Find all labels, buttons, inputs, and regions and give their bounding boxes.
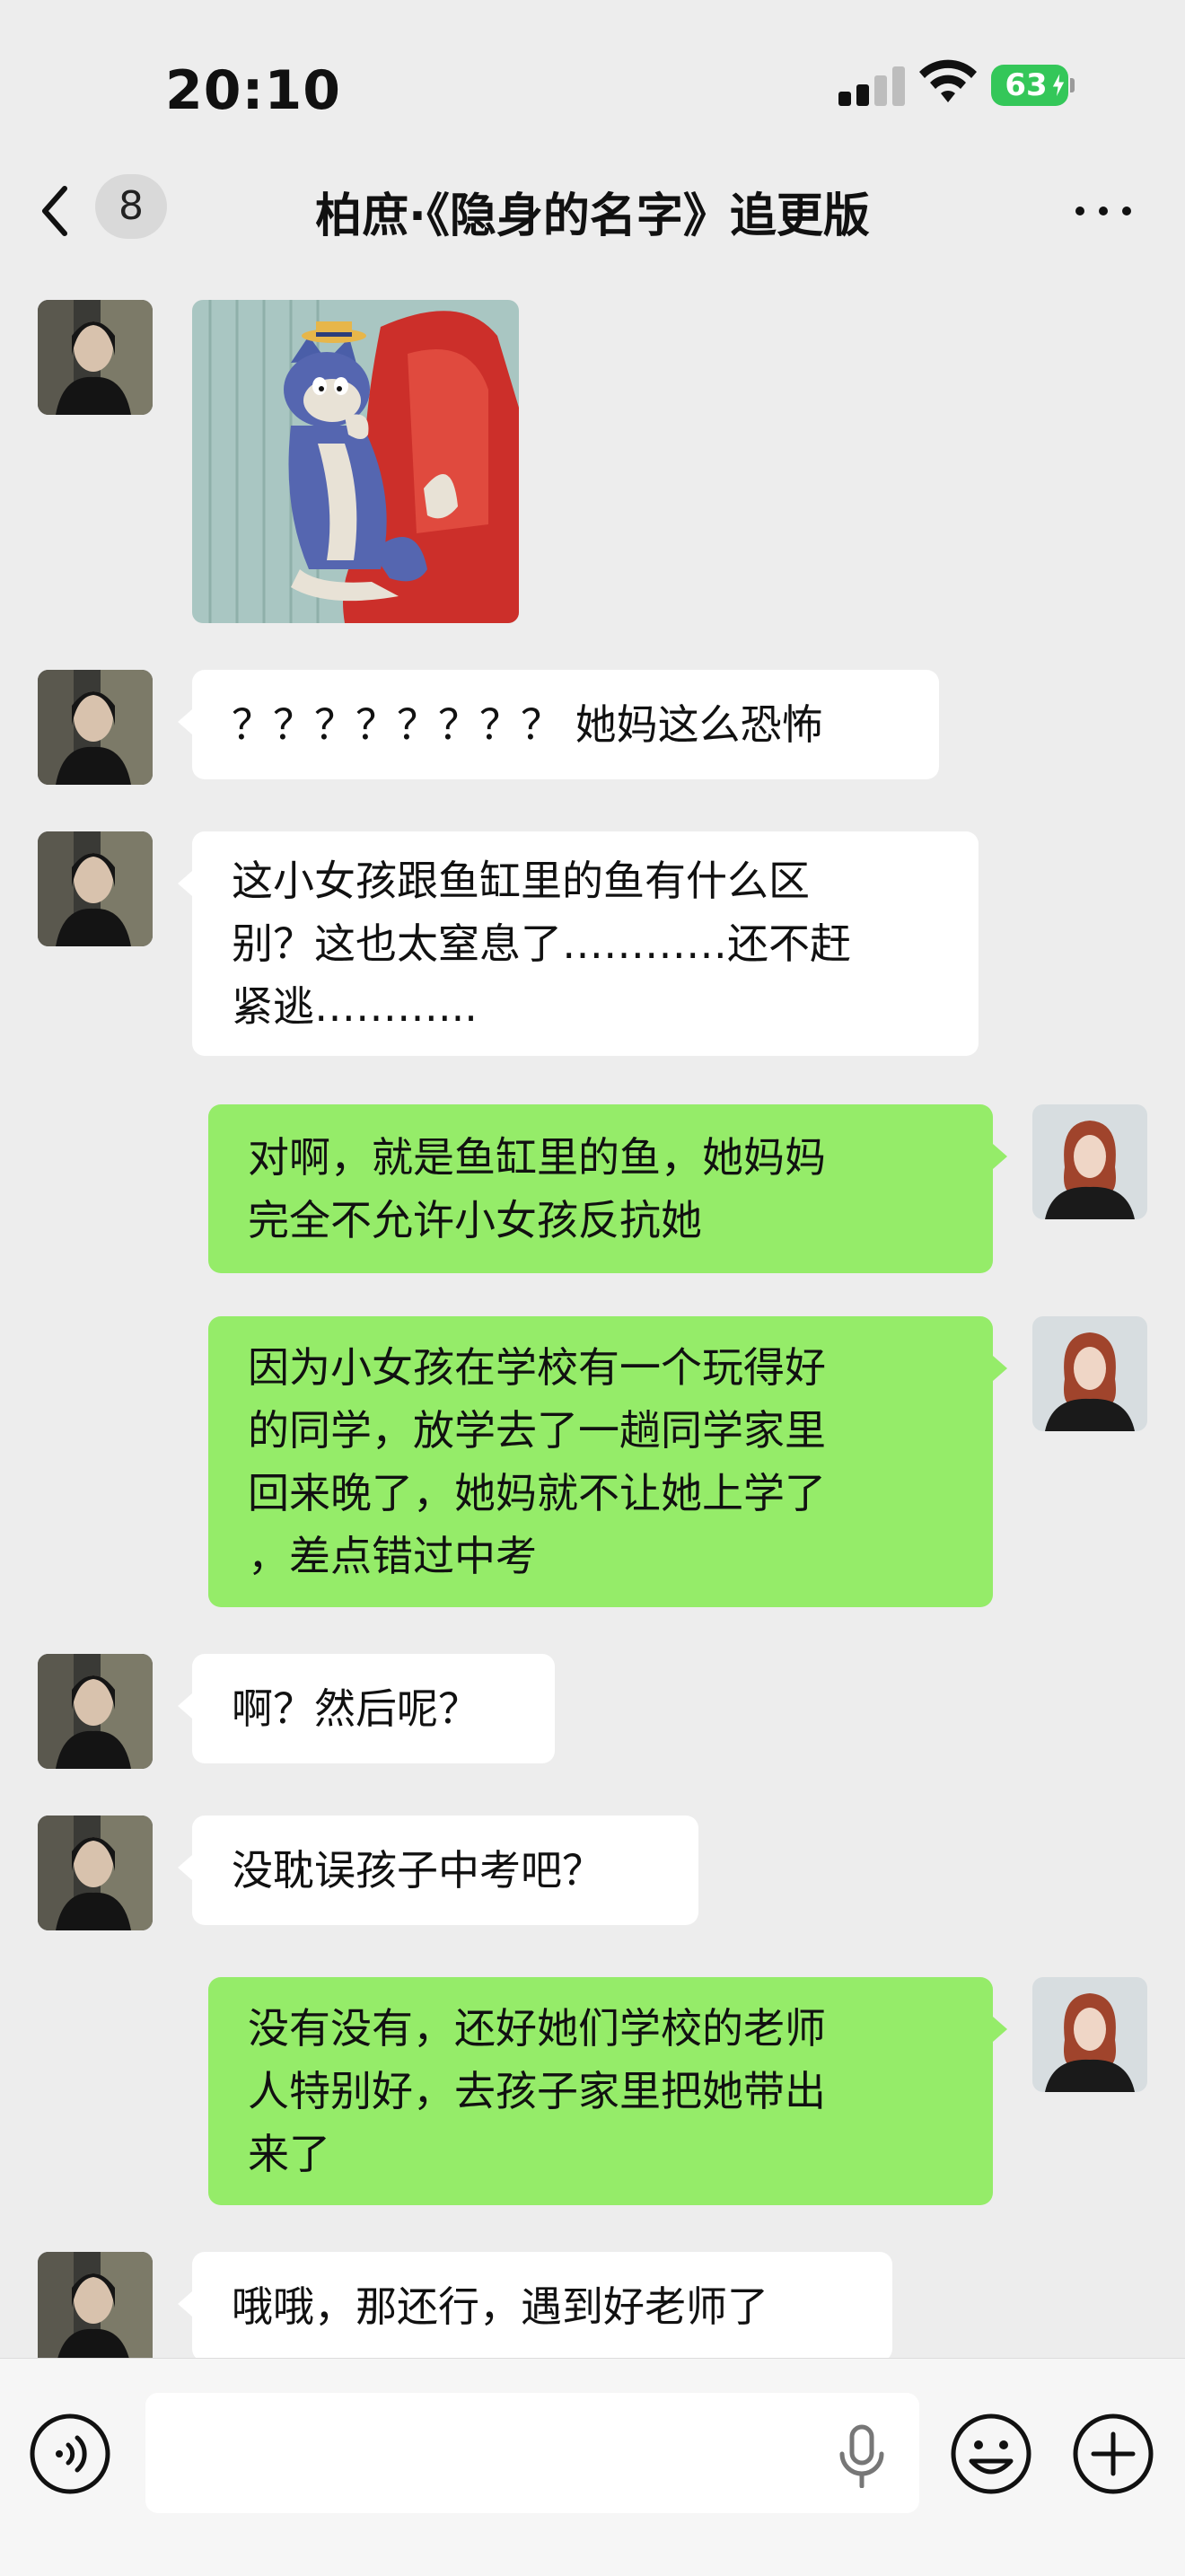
battery-level: 63: [1005, 67, 1048, 103]
message-list[interactable]: ？？？？？？？？ 她妈这么恐怖 这小女孩跟鱼缸里的鱼有什么区 别？这也太窒息了……: [0, 260, 1185, 2358]
unread-count-badge[interactable]: 8: [95, 174, 167, 239]
chat-title: 柏庶·《隐身的名字》追更版: [315, 189, 870, 243]
sticker-image[interactable]: [192, 300, 519, 623]
message-bubble[interactable]: ？？？？？？？？ 她妈这么恐怖: [178, 670, 939, 779]
chat-header: 8 柏庶·《隐身的名字》追更版: [0, 162, 1185, 260]
message-input[interactable]: [145, 2393, 919, 2513]
message-bubble[interactable]: 这小女孩跟鱼缸里的鱼有什么区 别？这也太窒息了…………还不赶 紧逃………...: [178, 831, 979, 1056]
contact-avatar[interactable]: [38, 1654, 153, 1769]
voice-mode-icon[interactable]: [29, 2413, 111, 2495]
battery-icon: 63: [991, 65, 1075, 106]
my-avatar[interactable]: [1032, 1316, 1147, 1431]
message-bubble[interactable]: 对啊，就是鱼缸里的鱼，她妈妈 完全不允许小女孩反抗她: [208, 1104, 1007, 1273]
my-avatar[interactable]: [1032, 1977, 1147, 2092]
wifi-icon: [919, 59, 977, 102]
message-bubble[interactable]: 没有没有，还好她们学校的老师 人特别好，去孩子家里把她带出 来了: [208, 1977, 1007, 2205]
contact-avatar[interactable]: [38, 2252, 153, 2358]
status-time: 20:10: [165, 59, 341, 122]
signal-icon: [838, 66, 905, 106]
contact-avatar[interactable]: [38, 1816, 153, 1930]
more-dots-icon[interactable]: [1074, 203, 1133, 221]
message-bubble[interactable]: 因为小女孩在学校有一个玩得好 的同学，放学去了一趟同学家里 回来晚了，她妈就不让…: [208, 1316, 1007, 1607]
chevron-left-icon[interactable]: [32, 180, 77, 242]
message-bubble[interactable]: 哦哦，那还行，遇到好老师了: [178, 2252, 892, 2358]
microphone-icon[interactable]: [835, 2423, 889, 2488]
status-bar: 20:10 63: [0, 0, 1185, 162]
my-avatar[interactable]: [1032, 1104, 1147, 1219]
contact-avatar[interactable]: [38, 670, 153, 785]
contact-avatar[interactable]: [38, 300, 153, 415]
message-bubble[interactable]: 啊？然后呢？: [178, 1654, 555, 1763]
charging-bolt-icon: [1051, 72, 1066, 99]
plus-icon[interactable]: [1072, 2413, 1154, 2495]
message-bubble[interactable]: 没耽误孩子中考吧？: [178, 1816, 698, 1925]
contact-avatar[interactable]: [38, 831, 153, 946]
emoji-icon[interactable]: [950, 2413, 1032, 2495]
input-bar: [0, 2358, 1185, 2576]
